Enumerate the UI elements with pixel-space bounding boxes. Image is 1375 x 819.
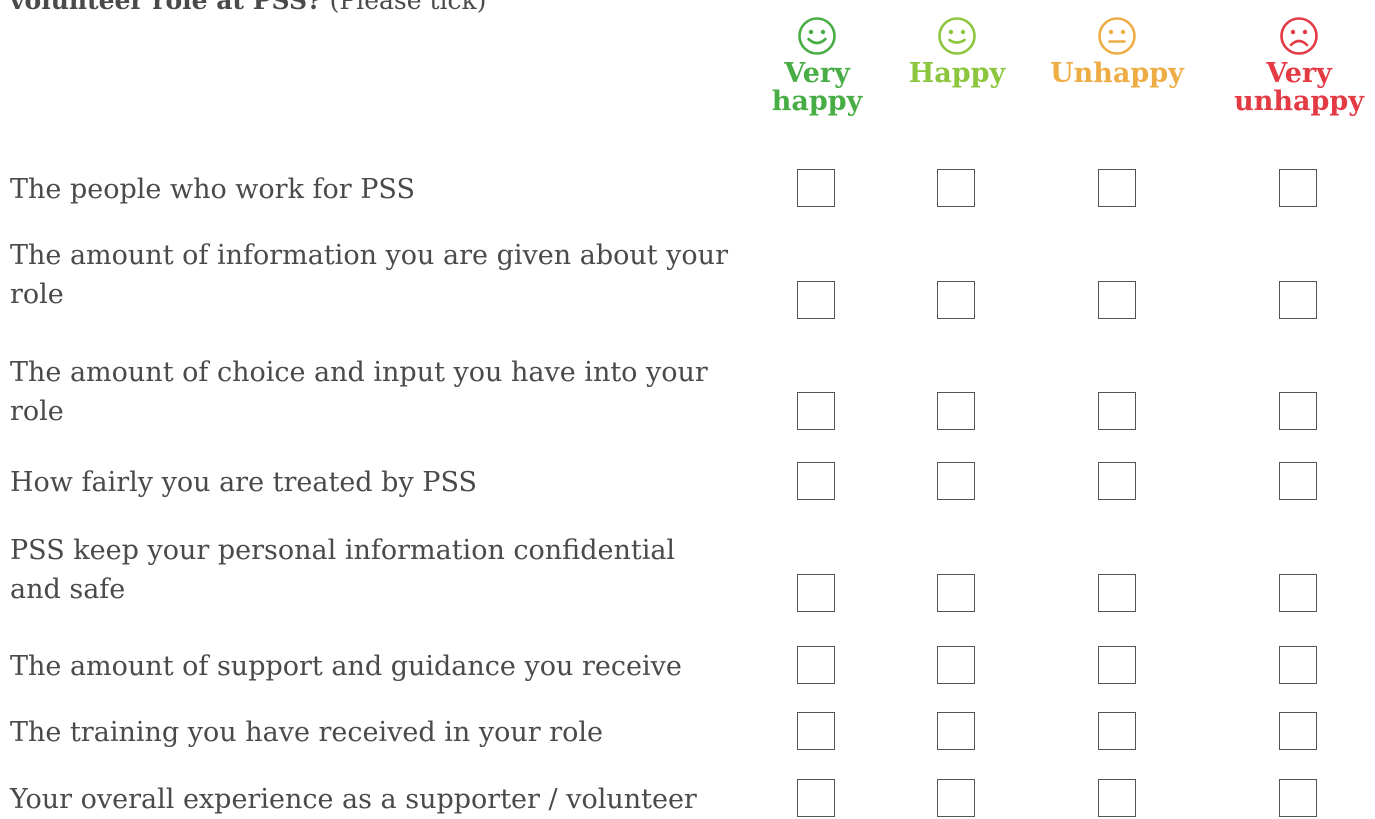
statement-people: The people who work for PSS: [10, 174, 415, 205]
checkbox-row2-very-unhappy[interactable]: [1279, 281, 1317, 319]
very-happy-face-icon: [798, 17, 836, 55]
checkbox-row8-very-happy[interactable]: [797, 779, 835, 817]
checkbox-row6-very-unhappy[interactable]: [1279, 646, 1317, 684]
checkbox-row7-unhappy[interactable]: [1098, 712, 1136, 750]
rating-scale-header: Very happy Happy Unhappy Very unhappy: [0, 0, 1375, 150]
statement-choice-input: The amount of choice and input you have …: [10, 357, 708, 427]
checkbox-row4-very-unhappy[interactable]: [1279, 462, 1317, 500]
checkbox-row3-very-happy[interactable]: [797, 392, 835, 430]
statement-support-guidance: The amount of support and guidance you r…: [10, 651, 682, 682]
checkbox-row5-happy[interactable]: [937, 574, 975, 612]
rating-label-very-happy: Very happy: [771, 58, 863, 117]
checkbox-row7-very-happy[interactable]: [797, 712, 835, 750]
checkbox-row1-happy[interactable]: [937, 169, 975, 207]
statement-treated-fairly: How fairly you are treated by PSS: [10, 467, 477, 498]
checkbox-row8-happy[interactable]: [937, 779, 975, 817]
statement-information: The amount of information you are given …: [10, 240, 728, 310]
checkbox-row3-happy[interactable]: [937, 392, 975, 430]
checkbox-row4-very-happy[interactable]: [797, 462, 835, 500]
happy-face-icon: [938, 17, 976, 55]
checkbox-row6-very-happy[interactable]: [797, 646, 835, 684]
checkbox-row6-happy[interactable]: [937, 646, 975, 684]
rating-column-very-happy: Very happy: [737, 0, 897, 116]
checkbox-row1-unhappy[interactable]: [1098, 169, 1136, 207]
very-unhappy-face-icon: [1280, 17, 1318, 55]
checkbox-row2-very-happy[interactable]: [797, 281, 835, 319]
rating-column-unhappy: Unhappy: [1037, 0, 1197, 88]
checkbox-row5-very-happy[interactable]: [797, 574, 835, 612]
checkbox-row3-unhappy[interactable]: [1098, 392, 1136, 430]
rating-column-happy: Happy: [877, 0, 1037, 88]
statement-confidential: PSS keep your personal information confi…: [10, 535, 676, 605]
statement-training: The training you have received in your r…: [10, 717, 603, 748]
checkbox-row7-very-unhappy[interactable]: [1279, 712, 1317, 750]
checkbox-row2-happy[interactable]: [937, 281, 975, 319]
unhappy-face-icon: [1098, 17, 1136, 55]
checkbox-row8-very-unhappy[interactable]: [1279, 779, 1317, 817]
checkbox-row2-unhappy[interactable]: [1098, 281, 1136, 319]
checkbox-row4-unhappy[interactable]: [1098, 462, 1136, 500]
rating-label-very-unhappy: Very unhappy: [1234, 58, 1364, 117]
rating-label-happy: Happy: [908, 58, 1006, 89]
checkbox-row5-unhappy[interactable]: [1098, 574, 1136, 612]
checkbox-row1-very-happy[interactable]: [797, 169, 835, 207]
checkbox-row8-unhappy[interactable]: [1098, 779, 1136, 817]
checkbox-row4-happy[interactable]: [937, 462, 975, 500]
checkbox-row5-very-unhappy[interactable]: [1279, 574, 1317, 612]
checkbox-row3-very-unhappy[interactable]: [1279, 392, 1317, 430]
rating-column-very-unhappy: Very unhappy: [1219, 0, 1375, 116]
checkbox-row7-happy[interactable]: [937, 712, 975, 750]
checkbox-row1-very-unhappy[interactable]: [1279, 169, 1317, 207]
checkbox-row6-unhappy[interactable]: [1098, 646, 1136, 684]
rating-label-unhappy: Unhappy: [1050, 58, 1184, 89]
statement-overall-experience: Your overall experience as a supporter /…: [10, 784, 697, 815]
